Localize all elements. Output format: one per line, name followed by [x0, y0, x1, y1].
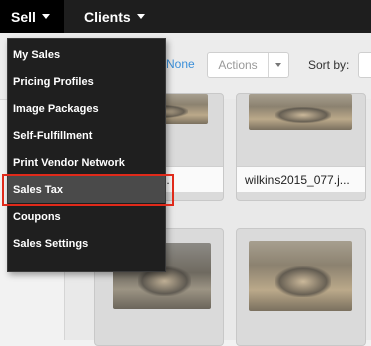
photo-caption: wilkins2015_077.j...: [237, 166, 365, 192]
sort-by-select[interactable]: [358, 52, 371, 78]
chevron-down-icon: [136, 14, 145, 19]
nav-clients-menu[interactable]: Clients: [84, 0, 145, 33]
actions-label: Actions: [218, 58, 258, 72]
chevron-down-icon: [41, 14, 50, 19]
actions-divider: [268, 53, 269, 77]
menu-item-print-vendor-network[interactable]: Print Vendor Network: [8, 149, 165, 176]
actions-dropdown-button[interactable]: Actions: [207, 52, 289, 78]
menu-item-image-packages[interactable]: Image Packages: [8, 95, 165, 122]
nav-clients-label: Clients: [84, 8, 131, 25]
gallery-card[interactable]: [236, 228, 366, 346]
select-none-link[interactable]: None: [166, 57, 195, 71]
top-nav-bar: Sell Clients: [0, 0, 371, 33]
menu-item-coupons[interactable]: Coupons: [8, 203, 165, 230]
chevron-down-icon: [275, 63, 281, 67]
sell-dropdown-menu: My Sales Pricing Profiles Image Packages…: [7, 38, 166, 272]
photo-thumbnail[interactable]: [249, 94, 352, 130]
menu-item-self-fulfillment[interactable]: Self-Fulfillment: [8, 122, 165, 149]
nav-sell-label: Sell: [11, 8, 36, 25]
menu-item-pricing-profiles[interactable]: Pricing Profiles: [8, 68, 165, 95]
photo-thumbnail[interactable]: [249, 241, 352, 311]
sales-tax-highlight-box: [2, 174, 174, 206]
sort-by-label: Sort by:: [308, 58, 350, 72]
menu-item-my-sales[interactable]: My Sales: [8, 41, 165, 68]
nav-sell-menu[interactable]: Sell: [0, 0, 64, 33]
menu-item-sales-settings[interactable]: Sales Settings: [8, 230, 165, 257]
gallery-card[interactable]: wilkins2015_077.j...: [236, 93, 366, 201]
